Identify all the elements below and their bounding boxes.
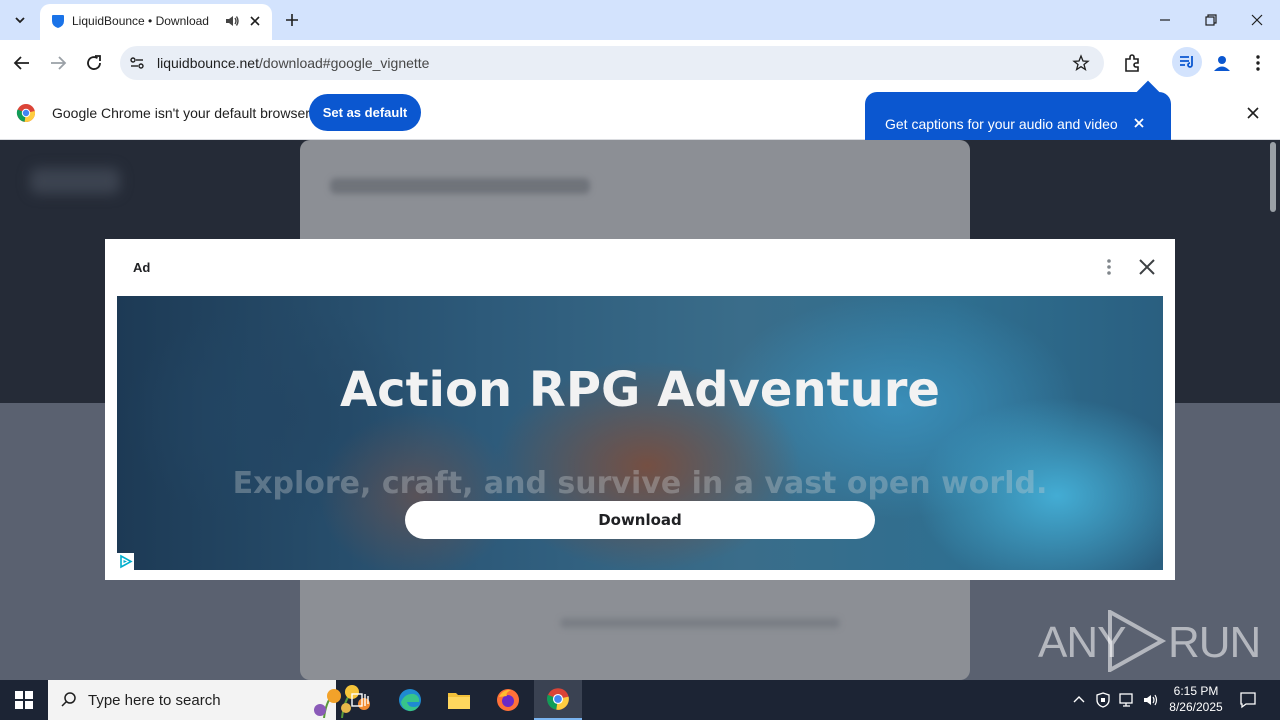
shield-favicon-icon: [52, 15, 64, 28]
anyrun-watermark: ANY RUN: [1038, 610, 1261, 672]
search-placeholder: Type here to search: [88, 692, 221, 709]
caption-promo-close-icon[interactable]: [1131, 115, 1147, 131]
clock-date: 8/26/2025: [1169, 700, 1223, 714]
task-view-icon: [351, 693, 369, 707]
folder-icon: [448, 693, 470, 709]
edge-icon: [399, 689, 421, 712]
page-logo-blurred: [30, 168, 120, 194]
caption-promo-text: Get captions for your audio and video: [885, 116, 1118, 132]
play-triangle-icon: [1108, 610, 1167, 672]
url-text: liquidbounce.net/download#google_vignett…: [157, 55, 429, 71]
windows-logo-icon: [15, 691, 33, 709]
minimize-icon[interactable]: [1155, 10, 1175, 30]
taskbar-file-explorer[interactable]: [435, 680, 483, 720]
start-button[interactable]: [0, 680, 48, 720]
extensions-puzzle-icon[interactable]: [1121, 51, 1145, 75]
tab-strip: LiquidBounce • Download: [0, 0, 1280, 40]
ad-options-icon[interactable]: [1099, 257, 1119, 277]
chevron-up-icon[interactable]: [1070, 691, 1088, 709]
ad-label: Ad: [133, 260, 151, 275]
vignette-ad: Ad Action RPG Adventure Explore, craft, …: [105, 239, 1175, 580]
ad-download-button[interactable]: Download: [405, 501, 875, 539]
address-bar[interactable]: liquidbounce.net/download#google_vignett…: [120, 46, 1104, 80]
window-close-icon[interactable]: [1247, 10, 1267, 30]
profile-avatar-icon[interactable]: [1210, 51, 1234, 75]
adchoices-icon[interactable]: [117, 553, 134, 570]
tab-search-button[interactable]: [6, 7, 34, 33]
site-settings-icon[interactable]: [128, 54, 146, 72]
tab-liquidbounce[interactable]: LiquidBounce • Download: [40, 4, 272, 40]
menu-kebab-icon[interactable]: [1246, 51, 1270, 75]
adchoices-triangle-icon: [120, 554, 133, 569]
new-tab-icon[interactable]: [282, 10, 302, 30]
taskbar-chrome[interactable]: [534, 680, 582, 720]
search-icon: [61, 692, 76, 707]
taskbar-firefox[interactable]: [484, 680, 532, 720]
media-controls-button[interactable]: [1172, 47, 1202, 77]
page-text-blurred: [560, 618, 840, 628]
infobar-message: Google Chrome isn't your default browser: [52, 105, 310, 121]
security-shield-icon[interactable]: [1094, 691, 1112, 709]
url-path: /download#google_vignette: [258, 55, 430, 71]
reload-icon[interactable]: [82, 51, 106, 75]
taskbar-task-view[interactable]: [336, 680, 384, 720]
media-queue-icon: [1180, 56, 1193, 68]
tab-close-icon[interactable]: [246, 12, 264, 30]
chrome-logo-icon: [16, 104, 36, 123]
ad-close-icon[interactable]: [1137, 257, 1157, 277]
forward-arrow-icon[interactable]: [46, 51, 70, 75]
bookmark-star-icon[interactable]: [1072, 54, 1090, 72]
windows-taskbar: Type here to search 6:15 PM 8/26/2025: [0, 680, 1280, 720]
page-scrollbar[interactable]: [1270, 142, 1276, 212]
watermark-right-text: RUN: [1168, 618, 1261, 667]
taskbar-clock[interactable]: 6:15 PM 8/26/2025: [1160, 683, 1232, 715]
clock-time: 6:15 PM: [1173, 684, 1219, 698]
ad-creative[interactable]: Action RPG Adventure Explore, craft, and…: [117, 296, 1163, 570]
set-as-default-button[interactable]: Set as default: [309, 94, 421, 131]
page-card-title-blurred: [330, 178, 590, 194]
ad-headline: Action RPG Adventure: [340, 362, 940, 418]
firefox-icon: [497, 689, 519, 711]
ad-subheadline: Explore, craft, and survive in a vast op…: [232, 466, 1048, 501]
taskbar-edge[interactable]: [386, 680, 434, 720]
notification-center-icon[interactable]: [1238, 690, 1258, 710]
chevron-down-icon: [15, 17, 25, 24]
chrome-icon: [547, 688, 569, 710]
network-icon[interactable]: [1118, 691, 1136, 709]
restore-icon[interactable]: [1201, 10, 1221, 30]
browser-toolbar: liquidbounce.net/download#google_vignett…: [0, 40, 1280, 86]
url-host: liquidbounce.net: [157, 55, 259, 71]
infobar-close-icon[interactable]: [1244, 104, 1262, 122]
back-arrow-icon[interactable]: [10, 51, 34, 75]
speaker-icon[interactable]: [223, 12, 241, 30]
volume-icon[interactable]: [1142, 691, 1160, 709]
tab-title: LiquidBounce • Download: [72, 14, 209, 28]
taskbar-search-box[interactable]: Type here to search: [48, 680, 370, 720]
